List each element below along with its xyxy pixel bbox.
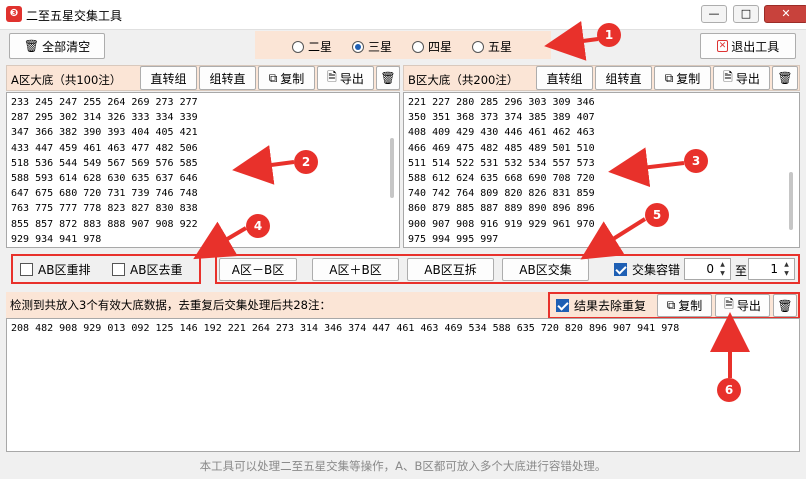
annotation-badge-3: 3 bbox=[684, 149, 708, 173]
export-icon: 🗎 bbox=[723, 69, 733, 84]
radio-two-star[interactable]: 二星 bbox=[292, 38, 332, 55]
checkbox-box bbox=[556, 299, 569, 312]
clear-all-label: 全部清空 bbox=[42, 39, 91, 54]
annotation-badge-1: 1 bbox=[597, 23, 621, 47]
copy-label: 复制 bbox=[676, 71, 701, 86]
radio-three-star[interactable]: 三星 bbox=[352, 38, 392, 55]
pane-b-export-button[interactable]: 🗎 导出 bbox=[713, 66, 770, 90]
stepper-arrows-icon[interactable]: ▲ ▼ bbox=[716, 260, 729, 278]
ab-intersect-button[interactable]: AB区交集 bbox=[502, 258, 589, 281]
result-delete-button[interactable]: 🗑 bbox=[773, 294, 797, 317]
a-plus-b-button[interactable]: A区＋B区 bbox=[312, 258, 399, 281]
exit-button[interactable]: ✕ 退出工具 bbox=[700, 33, 796, 59]
tolerance-label: 交集容错 bbox=[632, 263, 681, 277]
ab-dedupe-label: AB区去重 bbox=[130, 263, 183, 277]
export-icon: 🗎 bbox=[327, 69, 337, 84]
checkbox-box bbox=[112, 263, 125, 276]
radio-label: 五星 bbox=[488, 40, 513, 54]
radio-circle bbox=[352, 40, 364, 53]
radio-label: 二星 bbox=[308, 40, 333, 54]
copy-label: 复制 bbox=[280, 71, 305, 86]
result-export-button[interactable]: 🗎 导出 bbox=[715, 294, 770, 317]
pane-a-to-direct-button[interactable]: 组转直 bbox=[199, 66, 256, 90]
pane-b-copy-button[interactable]: ⧉ 复制 bbox=[654, 66, 711, 90]
radio-four-star[interactable]: 四星 bbox=[412, 38, 452, 55]
result-textarea[interactable]: 208 482 908 929 013 092 125 146 192 221 … bbox=[6, 318, 800, 452]
annotation-badge-6: 6 bbox=[717, 378, 741, 402]
exit-icon: ✕ bbox=[716, 40, 729, 52]
tolerance-from-stepper[interactable]: 0 ▲ ▼ bbox=[684, 258, 731, 280]
checkbox-box bbox=[614, 263, 627, 276]
result-summary: 检测到共放入3个有效大底数据，去重复后交集处理后共28注： bbox=[10, 298, 331, 312]
trash-icon: 🗑 bbox=[777, 71, 793, 85]
tolerance-to-label: 至 bbox=[735, 264, 748, 278]
app-icon: ❸ bbox=[6, 6, 22, 22]
annotation-badge-4: 4 bbox=[246, 214, 270, 238]
result-dedupe-label: 结果去除重复 bbox=[574, 299, 647, 313]
pane-a-export-button[interactable]: 🗎 导出 bbox=[317, 66, 374, 90]
radio-five-star[interactable]: 五星 bbox=[472, 38, 512, 55]
tolerance-to-stepper[interactable]: 1 ▲ ▼ bbox=[748, 258, 795, 280]
minimize-button[interactable]: — bbox=[701, 5, 727, 23]
status-bar: 本工具可以处理二至五星交集等操作，A、B区都可放入多个大底进行容错处理。 bbox=[199, 459, 607, 473]
copy-icon: ⧉ bbox=[664, 70, 674, 85]
tolerance-from-value: 0 bbox=[706, 262, 714, 276]
trash-icon: 🗑 bbox=[23, 39, 40, 53]
result-copy-button[interactable]: ⧉ 复制 bbox=[657, 294, 712, 317]
radio-circle bbox=[472, 40, 484, 53]
radio-label: 四星 bbox=[428, 40, 453, 54]
copy-icon: ⧉ bbox=[666, 298, 676, 312]
pane-a-scrollbar[interactable] bbox=[390, 138, 394, 198]
ab-mutual-button[interactable]: AB区互拆 bbox=[407, 258, 494, 281]
ab-rearrange-checkbox[interactable]: AB区重排 bbox=[20, 261, 90, 278]
checkbox-box bbox=[20, 263, 33, 276]
export-label: 导出 bbox=[735, 71, 760, 86]
pane-b-to-direct-button[interactable]: 组转直 bbox=[595, 66, 652, 90]
copy-icon: ⧉ bbox=[268, 70, 278, 85]
export-label: 导出 bbox=[736, 299, 761, 313]
pane-a-copy-button[interactable]: ⧉ 复制 bbox=[258, 66, 315, 90]
a-minus-b-button[interactable]: A区－B区 bbox=[219, 258, 297, 281]
annotation-badge-5: 5 bbox=[645, 203, 669, 227]
annotation-badge-2: 2 bbox=[294, 150, 318, 174]
pane-b-to-group-button[interactable]: 直转组 bbox=[536, 66, 593, 90]
export-icon: 🗎 bbox=[724, 297, 734, 311]
pane-a-textarea[interactable]: 233 245 247 255 264 269 273 277 287 295 … bbox=[6, 92, 400, 248]
pane-a-to-group-button[interactable]: 直转组 bbox=[140, 66, 197, 90]
pane-b-textarea[interactable]: 221 227 280 285 296 303 309 346 350 351 … bbox=[403, 92, 800, 248]
trash-icon: 🗑 bbox=[380, 71, 396, 85]
exit-label: 退出工具 bbox=[731, 39, 780, 54]
pane-b-title: B区大底（共200注） bbox=[408, 73, 519, 87]
close-button[interactable]: ✕ bbox=[764, 5, 806, 23]
tolerance-to-value: 1 bbox=[770, 262, 778, 276]
pane-b-scrollbar[interactable] bbox=[789, 172, 793, 230]
title-bar: ❸ 二至五星交集工具 — □ ✕ bbox=[0, 0, 806, 30]
radio-circle bbox=[412, 40, 424, 53]
clear-all-button[interactable]: 🗑 全部清空 bbox=[9, 33, 105, 59]
ab-dedupe-checkbox[interactable]: AB区去重 bbox=[112, 261, 182, 278]
stepper-arrows-icon[interactable]: ▲ ▼ bbox=[780, 260, 793, 278]
window-title: 二至五星交集工具 bbox=[26, 9, 123, 23]
trash-icon: 🗑 bbox=[777, 298, 793, 313]
ab-rearrange-label: AB区重排 bbox=[38, 263, 91, 277]
arrow-1 bbox=[544, 21, 599, 61]
export-label: 导出 bbox=[339, 71, 364, 86]
tolerance-checkbox[interactable]: 交集容错 bbox=[614, 261, 680, 278]
copy-label: 复制 bbox=[678, 299, 703, 313]
radio-label: 三星 bbox=[368, 40, 393, 54]
result-dedupe-checkbox[interactable]: 结果去除重复 bbox=[556, 297, 646, 314]
maximize-button[interactable]: □ bbox=[733, 5, 759, 23]
radio-circle bbox=[292, 40, 304, 53]
pane-b-delete-button[interactable]: 🗑 bbox=[772, 66, 798, 90]
pane-a-title: A区大底（共100注） bbox=[11, 73, 122, 87]
pane-a-delete-button[interactable]: 🗑 bbox=[376, 66, 400, 90]
